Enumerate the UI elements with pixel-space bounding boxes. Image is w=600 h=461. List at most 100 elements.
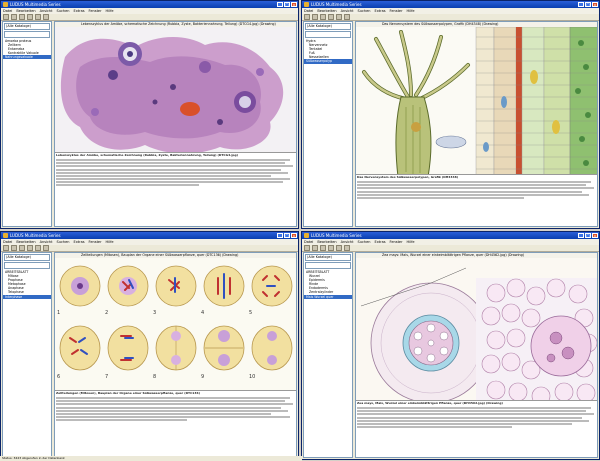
back-icon[interactable] [3, 245, 9, 251]
minimize-icon[interactable]: _ [578, 233, 584, 238]
search-input[interactable] [305, 31, 351, 38]
menu-edit[interactable]: Bearbeiten [317, 9, 336, 13]
menu-view[interactable]: Ansicht [341, 9, 354, 13]
close-icon[interactable]: × [592, 2, 598, 7]
menu-window[interactable]: Fenster [390, 9, 403, 13]
window-title: LUDUS Multimedia Series [311, 2, 362, 7]
menu-extras[interactable]: Extras [374, 9, 385, 13]
window-hydra[interactable]: LUDUS Multimedia Series _ □ × Datei Bearbei… [301, 0, 600, 229]
search-icon[interactable] [35, 14, 41, 20]
menu-extras[interactable]: Extras [73, 240, 84, 244]
menu-edit[interactable]: Bearbeiten [16, 9, 35, 13]
tree-list[interactable]: ARBEITSBLATT Wurzel Epidermis Rinde Endoderm… [304, 270, 352, 299]
menu-extras[interactable]: Extras [374, 240, 385, 244]
menu-window[interactable]: Fenster [89, 9, 102, 13]
maximize-icon[interactable]: □ [284, 233, 290, 238]
home-icon[interactable] [19, 14, 25, 20]
tree-item[interactable]: Interphase [3, 294, 51, 299]
forward-icon[interactable] [11, 245, 17, 251]
forward-icon[interactable] [312, 245, 318, 251]
maximize-icon[interactable]: □ [585, 2, 591, 7]
home-icon[interactable] [19, 245, 25, 251]
stage-number: 3 [153, 310, 156, 316]
window-mitosis[interactable]: LUDUS Multimedia Series _ □ × Datei Bearbei… [0, 231, 299, 460]
menu-view[interactable]: Ansicht [341, 240, 354, 244]
print-icon[interactable] [27, 245, 33, 251]
close-icon[interactable]: × [291, 2, 297, 7]
catalog-select[interactable]: (Alle Kataloge) [305, 23, 351, 30]
zoom-icon[interactable] [344, 245, 350, 251]
menu-file[interactable]: Datei [304, 9, 313, 13]
search-input[interactable] [4, 262, 50, 269]
print-icon[interactable] [328, 14, 334, 20]
menu-window[interactable]: Fenster [390, 240, 403, 244]
back-icon[interactable] [304, 245, 310, 251]
search-icon[interactable] [35, 245, 41, 251]
caption-text [357, 406, 596, 429]
search-icon[interactable] [336, 14, 342, 20]
close-icon[interactable]: × [592, 233, 598, 238]
caption-title: Zellteilungen (Mitosen), Bauplan der Org… [56, 391, 200, 395]
menu-file[interactable]: Datei [304, 240, 313, 244]
titlebar[interactable]: LUDUS Multimedia Series _ □ × [302, 232, 599, 239]
home-icon[interactable] [320, 14, 326, 20]
titlebar[interactable]: LUDUS Multimedia Series _ □ × [1, 232, 298, 239]
forward-icon[interactable] [11, 14, 17, 20]
menu-help[interactable]: Hilfe [407, 240, 415, 244]
menu-help[interactable]: Hilfe [106, 240, 114, 244]
maximize-icon[interactable]: □ [284, 2, 290, 7]
print-icon[interactable] [27, 14, 33, 20]
caption-title: Lebenszyklus der Amöbe, schematische Zei… [56, 153, 239, 157]
menu-view[interactable]: Ansicht [40, 9, 53, 13]
caption-text [357, 180, 596, 199]
tree-list[interactable]: Amoeba proteus Zellkern Entameba Kontraktil… [3, 39, 51, 60]
tree-list[interactable]: ARBEITSBLATT Mitose Prophase Metaphase Anaph… [3, 270, 51, 299]
tree-item[interactable]: Nahrungsvakuole [3, 55, 51, 60]
tree-list[interactable]: Hydra Nervennetz Tentakel Fuß Nesselzellen Sü… [304, 39, 352, 64]
menu-edit[interactable]: Bearbeiten [16, 240, 35, 244]
search-icon[interactable] [336, 245, 342, 251]
back-icon[interactable] [304, 14, 310, 20]
menu-file[interactable]: Datei [3, 9, 12, 13]
menu-search[interactable]: Suchen [57, 9, 70, 13]
minimize-icon[interactable]: _ [277, 233, 283, 238]
home-icon[interactable] [320, 245, 326, 251]
catalog-panel: (Alle Kataloge) Hydra Nervennetz Tentakel F… [303, 21, 353, 227]
window-amoeba[interactable]: LUDUS Multimedia Series _ □ × Datei Bearbei… [0, 0, 299, 229]
menu-search[interactable]: Suchen [358, 240, 371, 244]
zoom-icon[interactable] [43, 245, 49, 251]
image-caption: Zellteilungen (Mitosen), Bauplan der Org… [55, 390, 296, 457]
titlebar[interactable]: LUDUS Multimedia Series _ □ × [302, 1, 599, 8]
forward-icon[interactable] [312, 14, 318, 20]
catalog-select[interactable]: (Alle Kataloge) [4, 23, 50, 30]
menu-help[interactable]: Hilfe [106, 9, 114, 13]
menu-window[interactable]: Fenster [89, 240, 102, 244]
tree-item[interactable]: Mais Wurzel quer [304, 294, 352, 299]
window-root[interactable]: LUDUS Multimedia Series _ □ × Datei Bearbei… [301, 231, 600, 460]
menu-search[interactable]: Suchen [57, 240, 70, 244]
menu-search[interactable]: Suchen [358, 9, 371, 13]
caption-title: Das Nervensystem des Süßwasserpolypen, G… [357, 175, 459, 179]
print-icon[interactable] [328, 245, 334, 251]
search-input[interactable] [4, 31, 50, 38]
menu-help[interactable]: Hilfe [407, 9, 415, 13]
menu-view[interactable]: Ansicht [40, 240, 53, 244]
back-icon[interactable] [3, 14, 9, 20]
zoom-icon[interactable] [43, 14, 49, 20]
minimize-icon[interactable]: _ [578, 2, 584, 7]
app-logo-icon [3, 233, 8, 238]
status-bar: Status: 3423 Abgerufen in der Datenbank [0, 456, 302, 461]
catalog-select[interactable]: (Alle Kataloge) [4, 254, 50, 261]
search-input[interactable] [305, 262, 351, 269]
zoom-icon[interactable] [344, 14, 350, 20]
catalog-select[interactable]: (Alle Kataloge) [305, 254, 351, 261]
menu-extras[interactable]: Extras [73, 9, 84, 13]
toolbar [302, 245, 599, 252]
close-icon[interactable]: × [291, 233, 297, 238]
maximize-icon[interactable]: □ [585, 233, 591, 238]
menu-file[interactable]: Datei [3, 240, 12, 244]
tree-item[interactable]: Süßwasserpolyp [304, 59, 352, 64]
titlebar[interactable]: LUDUS Multimedia Series _ □ × [1, 1, 298, 8]
menu-edit[interactable]: Bearbeiten [317, 240, 336, 244]
minimize-icon[interactable]: _ [277, 2, 283, 7]
